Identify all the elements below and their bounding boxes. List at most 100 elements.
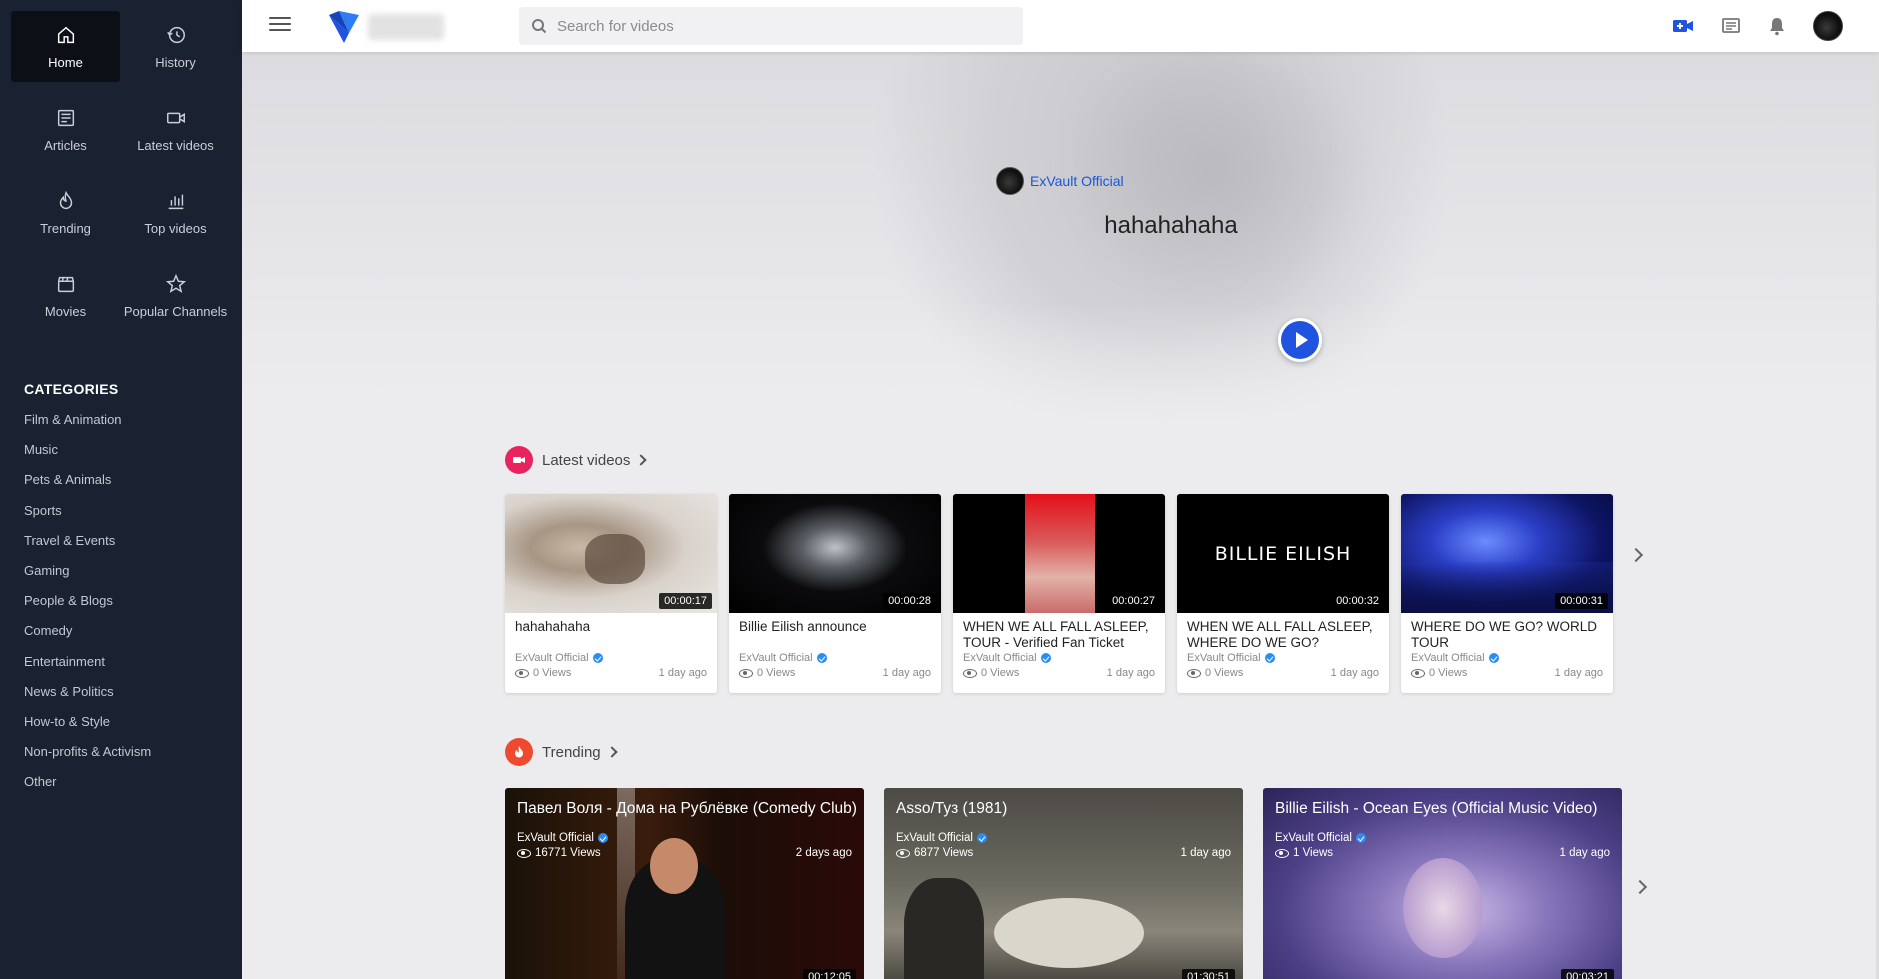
nav-latest-videos[interactable]: Latest videos	[121, 94, 230, 165]
video-thumbnail[interactable]: 00:00:28	[729, 494, 941, 613]
clapperboard-icon	[57, 276, 74, 292]
video-views: 0 Views	[757, 667, 796, 679]
section-title[interactable]: Trending	[542, 744, 601, 761]
video-thumbnail[interactable]: BILLIE EILISH 00:00:32	[1177, 494, 1389, 613]
featured-hero: ExVault Official hahahahaha	[242, 52, 1876, 432]
star-icon	[165, 273, 186, 293]
category-link[interactable]: Sports	[24, 496, 242, 526]
category-link[interactable]: How-to & Style	[24, 707, 242, 737]
verified-icon	[592, 653, 603, 663]
video-thumbnail[interactable]: 00:00:31	[1401, 494, 1613, 613]
video-age: 1 day ago	[658, 667, 707, 679]
play-icon	[1281, 321, 1319, 359]
category-link[interactable]: Entertainment	[24, 647, 242, 677]
eye-icon	[739, 668, 753, 678]
video-title[interactable]: Павел Воля - Дома на Рублёвке (Comedy Cl…	[517, 800, 857, 818]
category-link[interactable]: Film & Animation	[24, 405, 242, 435]
chevron-right-icon	[635, 454, 648, 466]
video-card[interactable]: 00:00:17 hahahahaha ExVault Official 0 V…	[505, 494, 717, 693]
video-channel[interactable]: ExVault Official	[1411, 652, 1485, 664]
trending-card[interactable]: Павел Воля - Дома на Рублёвке (Comedy Cl…	[505, 788, 864, 979]
category-link[interactable]: People & Blogs	[24, 586, 242, 616]
video-title[interactable]: Billie Eilish announce	[729, 613, 941, 651]
nav-articles[interactable]: Articles	[11, 94, 120, 165]
category-link[interactable]: Pets & Animals	[24, 465, 242, 495]
nav-movies[interactable]: Movies	[11, 260, 120, 331]
verified-icon	[976, 833, 987, 843]
video-duration: 00:00:27	[1107, 593, 1160, 609]
video-card[interactable]: 00:00:28 Billie Eilish announce ExVault …	[729, 494, 941, 693]
video-thumbnail[interactable]: 00:00:17	[505, 494, 717, 613]
nav-top-videos[interactable]: Top videos	[121, 177, 230, 248]
category-link[interactable]: News & Politics	[24, 677, 242, 707]
video-title[interactable]: Billie Eilish - Ocean Eyes (Official Mus…	[1275, 800, 1597, 818]
video-views: 0 Views	[1205, 667, 1244, 679]
verified-icon	[1040, 653, 1051, 663]
menu-icon[interactable]	[269, 17, 291, 35]
search-bar[interactable]	[519, 7, 1023, 45]
latest-next-arrow[interactable]	[1628, 547, 1644, 563]
search-input[interactable]	[557, 7, 1012, 45]
category-link[interactable]: Music	[24, 435, 242, 465]
video-age: 1 day ago	[1106, 667, 1155, 679]
video-channel[interactable]: ExVault Official	[517, 832, 594, 844]
eye-icon	[1411, 668, 1425, 678]
video-age: 1 day ago	[882, 667, 931, 679]
video-channel[interactable]: ExVault Official	[515, 652, 589, 664]
category-link[interactable]: Other	[24, 767, 242, 797]
trending-header[interactable]: Trending	[505, 738, 618, 766]
trending-next-arrow[interactable]	[1632, 879, 1648, 895]
upload-video-icon[interactable]	[1672, 15, 1694, 37]
section-title[interactable]: Latest videos	[542, 452, 630, 469]
video-camera-icon	[505, 446, 533, 474]
video-channel[interactable]: ExVault Official	[1187, 652, 1261, 664]
nav-history[interactable]: History	[121, 11, 230, 82]
history-icon	[166, 26, 185, 43]
category-link[interactable]: Travel & Events	[24, 526, 242, 556]
eye-icon	[1187, 668, 1201, 678]
eye-icon	[896, 848, 910, 858]
nav-popular-channels[interactable]: Popular Channels	[121, 260, 230, 331]
video-duration: 00:03:21	[1561, 969, 1614, 979]
video-views: 0 Views	[981, 667, 1020, 679]
bell-icon[interactable]	[1766, 15, 1788, 37]
hero-channel-name[interactable]: ExVault Official	[1030, 173, 1124, 189]
video-views: 16771 Views	[535, 847, 601, 859]
video-age: 1 day ago	[1180, 847, 1231, 859]
video-title[interactable]: WHEN WE ALL FALL ASLEEP, WHERE DO WE GO?	[1177, 613, 1389, 651]
user-avatar[interactable]	[1813, 11, 1843, 41]
flame-icon	[59, 190, 72, 209]
category-link[interactable]: Gaming	[24, 556, 242, 586]
eye-icon	[515, 668, 529, 678]
video-title[interactable]: hahahahaha	[505, 613, 717, 651]
nav-trending[interactable]: Trending	[11, 177, 120, 248]
video-channel[interactable]: ExVault Official	[896, 832, 973, 844]
video-age: 2 days ago	[795, 847, 852, 859]
video-card[interactable]: 00:00:31 WHERE DO WE GO? WORLD TOUR ExVa…	[1401, 494, 1613, 693]
hero-channel[interactable]: ExVault Official	[996, 167, 1124, 195]
nav-label: Home	[48, 54, 83, 70]
nav-home[interactable]: Home	[11, 11, 120, 82]
category-link[interactable]: Comedy	[24, 616, 242, 646]
verified-icon	[1488, 653, 1499, 663]
video-title[interactable]: WHERE DO WE GO? WORLD TOUR	[1401, 613, 1613, 651]
site-logo[interactable]	[327, 9, 361, 45]
latest-videos-header[interactable]: Latest videos	[505, 446, 648, 474]
video-title[interactable]: Asso/Туз (1981)	[896, 800, 1007, 818]
video-channel[interactable]: ExVault Official	[1275, 832, 1352, 844]
eye-icon	[963, 668, 977, 678]
video-thumbnail[interactable]: 00:00:27	[953, 494, 1165, 613]
articles-icon	[57, 109, 74, 126]
video-card[interactable]: BILLIE EILISH 00:00:32 WHEN WE ALL FALL …	[1177, 494, 1389, 693]
trending-card[interactable]: Asso/Туз (1981) ExVault Official 6877 Vi…	[884, 788, 1243, 979]
eye-icon	[1275, 848, 1289, 858]
video-age: 1 day ago	[1330, 667, 1379, 679]
video-channel[interactable]: ExVault Official	[963, 652, 1037, 664]
play-button[interactable]	[1278, 318, 1322, 362]
trending-card[interactable]: Billie Eilish - Ocean Eyes (Official Mus…	[1263, 788, 1622, 979]
video-channel[interactable]: ExVault Official	[739, 652, 813, 664]
video-card[interactable]: 00:00:27 WHEN WE ALL FALL ASLEEP, TOUR -…	[953, 494, 1165, 693]
category-link[interactable]: Non-profits & Activism	[24, 737, 242, 767]
video-title[interactable]: WHEN WE ALL FALL ASLEEP, TOUR - Verified…	[953, 613, 1165, 651]
messages-icon[interactable]	[1720, 15, 1742, 37]
